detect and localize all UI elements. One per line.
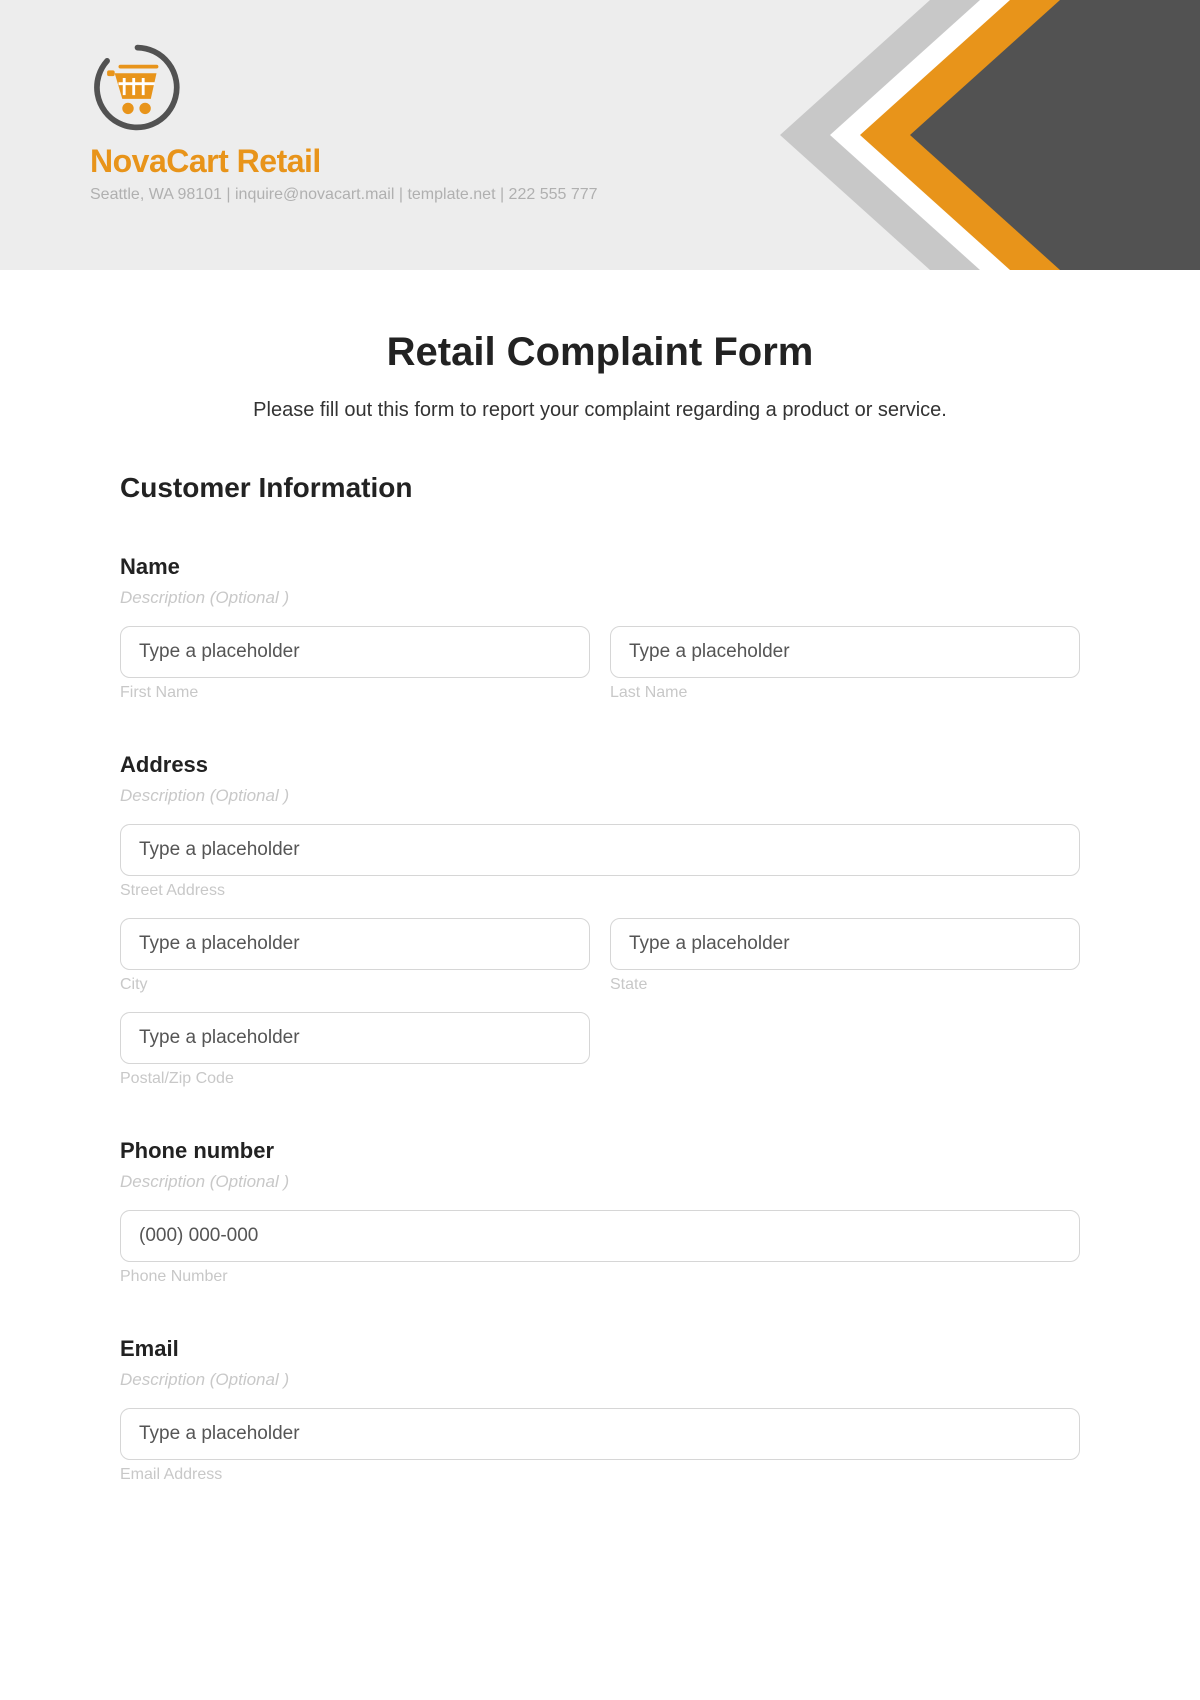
brand-info: Seattle, WA 98101 | inquire@novacart.mai… — [90, 186, 598, 204]
address-label: Address — [120, 752, 1080, 778]
email-input[interactable] — [120, 1408, 1080, 1460]
first-name-sublabel: First Name — [120, 684, 590, 702]
header-chevron-graphic — [500, 0, 1200, 270]
field-group-name: Name Description (Optional ) First Name … — [120, 554, 1080, 702]
zip-input[interactable] — [120, 1012, 590, 1064]
email-description: Description (Optional ) — [120, 1370, 1080, 1390]
field-group-email: Email Description (Optional ) Email Addr… — [120, 1336, 1080, 1484]
state-input[interactable] — [610, 918, 1080, 970]
city-input[interactable] — [120, 918, 590, 970]
field-group-phone: Phone number Description (Optional ) Pho… — [120, 1138, 1080, 1286]
phone-sublabel: Phone Number — [120, 1268, 1080, 1286]
email-label: Email — [120, 1336, 1080, 1362]
name-description: Description (Optional ) — [120, 588, 1080, 608]
last-name-sublabel: Last Name — [610, 684, 1080, 702]
street-address-input[interactable] — [120, 824, 1080, 876]
last-name-input[interactable] — [610, 626, 1080, 678]
city-sublabel: City — [120, 976, 590, 994]
form-content: Retail Complaint Form Please fill out th… — [0, 270, 1200, 1484]
email-sublabel: Email Address — [120, 1466, 1080, 1484]
phone-input[interactable] — [120, 1210, 1080, 1262]
field-group-address: Address Description (Optional ) Street A… — [120, 752, 1080, 1088]
page-header: NovaCart Retail Seattle, WA 98101 | inqu… — [0, 0, 1200, 270]
form-title: Retail Complaint Form — [120, 330, 1080, 375]
cart-logo-icon — [90, 40, 185, 135]
street-sublabel: Street Address — [120, 882, 1080, 900]
form-subtitle: Please fill out this form to report your… — [120, 399, 1080, 422]
name-label: Name — [120, 554, 1080, 580]
phone-label: Phone number — [120, 1138, 1080, 1164]
section-customer-info: Customer Information — [120, 472, 1080, 504]
first-name-input[interactable] — [120, 626, 590, 678]
phone-description: Description (Optional ) — [120, 1172, 1080, 1192]
logo-block: NovaCart Retail Seattle, WA 98101 | inqu… — [90, 40, 598, 204]
brand-name: NovaCart Retail — [90, 143, 598, 180]
state-sublabel: State — [610, 976, 1080, 994]
header-content: NovaCart Retail Seattle, WA 98101 | inqu… — [90, 40, 598, 204]
zip-sublabel: Postal/Zip Code — [120, 1070, 590, 1088]
address-description: Description (Optional ) — [120, 786, 1080, 806]
